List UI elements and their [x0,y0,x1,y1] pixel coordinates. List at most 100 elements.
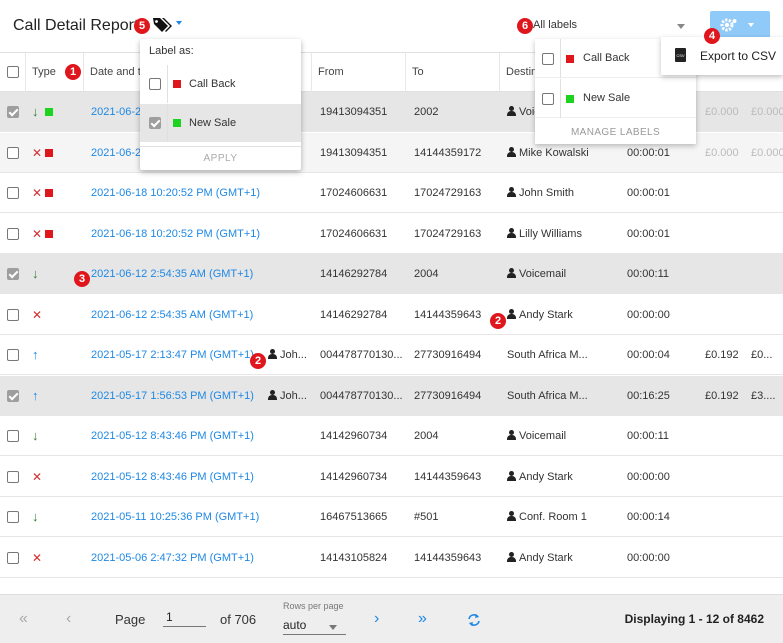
first-page-icon[interactable]: « [19,611,28,627]
destination-text: Andy Stark [519,470,573,483]
call-duration: 00:00:00 [627,308,670,321]
call-destination: South Africa M... [507,376,617,416]
call-destination: Andy Stark [507,538,617,578]
annotation-badge-2: 2 [490,313,506,329]
chevron-down-icon[interactable] [677,24,685,29]
incoming-call-icon: ↓ [32,428,39,443]
label-as-checkbox[interactable] [149,117,161,129]
column-to[interactable]: To [406,53,500,92]
filter-item-label: New Sale [583,92,631,104]
row-checkbox[interactable] [7,187,19,199]
missed-call-icon: ✕ [32,226,43,241]
annotation-badge-5: 5 [134,18,150,34]
call-from: 004478770130... [320,349,403,361]
call-destination: Andy Stark [507,295,617,335]
row-checkbox[interactable] [7,308,19,321]
filter-checkbox[interactable] [542,93,554,105]
destination-text: Andy Stark [519,551,573,564]
previous-page-icon[interactable]: ‹ [66,611,71,627]
label-as-item-new-sale[interactable]: New Sale [140,104,301,142]
destination-text: Voicemail [519,430,567,442]
next-page-icon[interactable]: › [374,611,379,627]
call-date-link[interactable]: 2021-06-18 10:20:52 PM (GMT+1) [91,214,261,254]
filter-checkbox[interactable] [542,53,554,65]
red-label-swatch-icon [173,80,181,88]
tags-dropdown-caret-icon[interactable] [176,21,182,25]
label-as-item-call-back[interactable]: Call Back [140,65,301,103]
manage-labels-button[interactable]: MANAGE LABELS [535,121,696,144]
label-as-checkbox[interactable] [149,78,161,90]
row-checkbox[interactable] [7,389,19,402]
call-to: 14144359643 [414,308,482,321]
table-row[interactable]: ↑ 2021-05-17 2:13:47 PM (GMT+1) Joh... 0044… [0,335,783,375]
refresh-icon[interactable] [467,613,481,627]
call-total [751,416,783,456]
call-date-link[interactable]: 2021-06-18 10:20:52 PM (GMT+1) [91,173,261,213]
destination-text: South Africa M... [507,349,588,361]
call-total [751,254,783,294]
row-checkbox[interactable] [7,268,19,280]
caller-name: Joh... [268,335,310,375]
page-number-input[interactable] [163,607,206,627]
call-from: 14143105824 [320,551,388,564]
destination-text: Mike Kowalski [519,146,589,159]
call-date-link[interactable]: 2021-06-12 2:54:35 AM (GMT+1) [91,295,261,335]
row-checkbox[interactable] [7,349,19,361]
table-row[interactable]: ✕ 2021-05-12 8:43:46 PM (GMT+1) 1414296073… [0,457,783,497]
call-to: 2004 [414,268,439,280]
missed-call-icon: ✕ [32,145,43,160]
displaying-count: Displaying 1 - 12 of 8462 [624,612,764,626]
call-from: 14146292784 [320,308,388,321]
column-from[interactable]: From [312,53,406,92]
row-checkbox[interactable] [7,227,19,240]
label-filter-select[interactable]: All labels [533,19,577,31]
person-icon [507,268,516,278]
table-row[interactable]: ✕ 2021-05-06 2:47:32 PM (GMT+1) 1414310582… [0,538,783,578]
last-page-icon[interactable]: » [418,611,427,627]
table-row[interactable]: ↓ 2021-05-11 10:25:36 PM (GMT+1) 164675136… [0,497,783,537]
green-label-swatch-icon [173,119,181,127]
chevron-down-icon[interactable] [329,625,337,630]
table-row[interactable]: ↑ 2021-05-17 1:56:53 PM (GMT+1) Joh... 0044… [0,375,783,416]
call-date-link[interactable]: 2021-05-11 10:25:36 PM (GMT+1) [91,497,261,537]
person-icon [268,349,277,359]
row-checkbox[interactable] [7,551,19,564]
call-destination: Voicemail [507,416,617,456]
call-cost [705,457,750,497]
call-date-link[interactable]: 2021-05-17 1:56:53 PM (GMT+1) [91,376,261,416]
row-checkbox[interactable] [7,430,19,442]
call-date-link[interactable]: 2021-06-12 2:54:35 AM (GMT+1) [91,254,261,294]
tags-icon[interactable] [152,17,172,33]
call-date-link[interactable]: 2021-05-06 2:47:32 PM (GMT+1) [91,538,261,578]
row-checkbox[interactable] [7,146,19,159]
row-checkbox[interactable] [7,106,19,118]
caller-name-text: Joh... [280,349,307,361]
call-total: £3.... [751,389,776,402]
person-icon [507,511,516,521]
call-duration: 00:00:00 [627,551,670,564]
table-row[interactable]: ✕ 2021-06-18 10:20:52 PM (GMT+1) 170246066… [0,214,783,254]
call-to: 14144359172 [414,146,482,159]
call-date-link[interactable]: 2021-05-17 2:13:47 PM (GMT+1) [91,335,261,375]
call-from: 19413094351 [320,146,388,159]
outgoing-call-icon: ↑ [32,347,39,362]
row-checkbox[interactable] [7,511,19,523]
filter-item-new-sale[interactable]: New Sale [535,79,696,118]
row-checkbox[interactable] [7,470,19,483]
call-to: 27730916494 [414,349,482,361]
call-from: 14142960734 [320,470,388,483]
table-row[interactable]: ✕ 2021-06-12 2:54:35 AM (GMT+1) 1414629278… [0,295,783,335]
apply-button[interactable]: APPLY [140,146,301,170]
red-label-swatch-icon [45,229,53,238]
red-label-swatch-icon [45,189,53,197]
table-row[interactable]: ↓ 2021-06-12 2:54:35 AM (GMT+1) 1414629278… [0,254,783,294]
green-label-swatch-icon [566,95,574,103]
table-row[interactable]: ↓ 2021-05-12 8:43:46 PM (GMT+1) 1414296073… [0,416,783,456]
call-date-link[interactable]: 2021-05-12 8:43:46 PM (GMT+1) [91,457,261,497]
page-label: Page [115,612,146,627]
select-all-checkbox[interactable] [7,66,19,78]
table-row[interactable]: ✕ 2021-06-18 10:20:52 PM (GMT+1) 170246066… [0,173,783,213]
red-label-swatch-icon [45,148,53,157]
call-date-link[interactable]: 2021-05-12 8:43:46 PM (GMT+1) [91,416,261,456]
person-icon [507,106,516,116]
